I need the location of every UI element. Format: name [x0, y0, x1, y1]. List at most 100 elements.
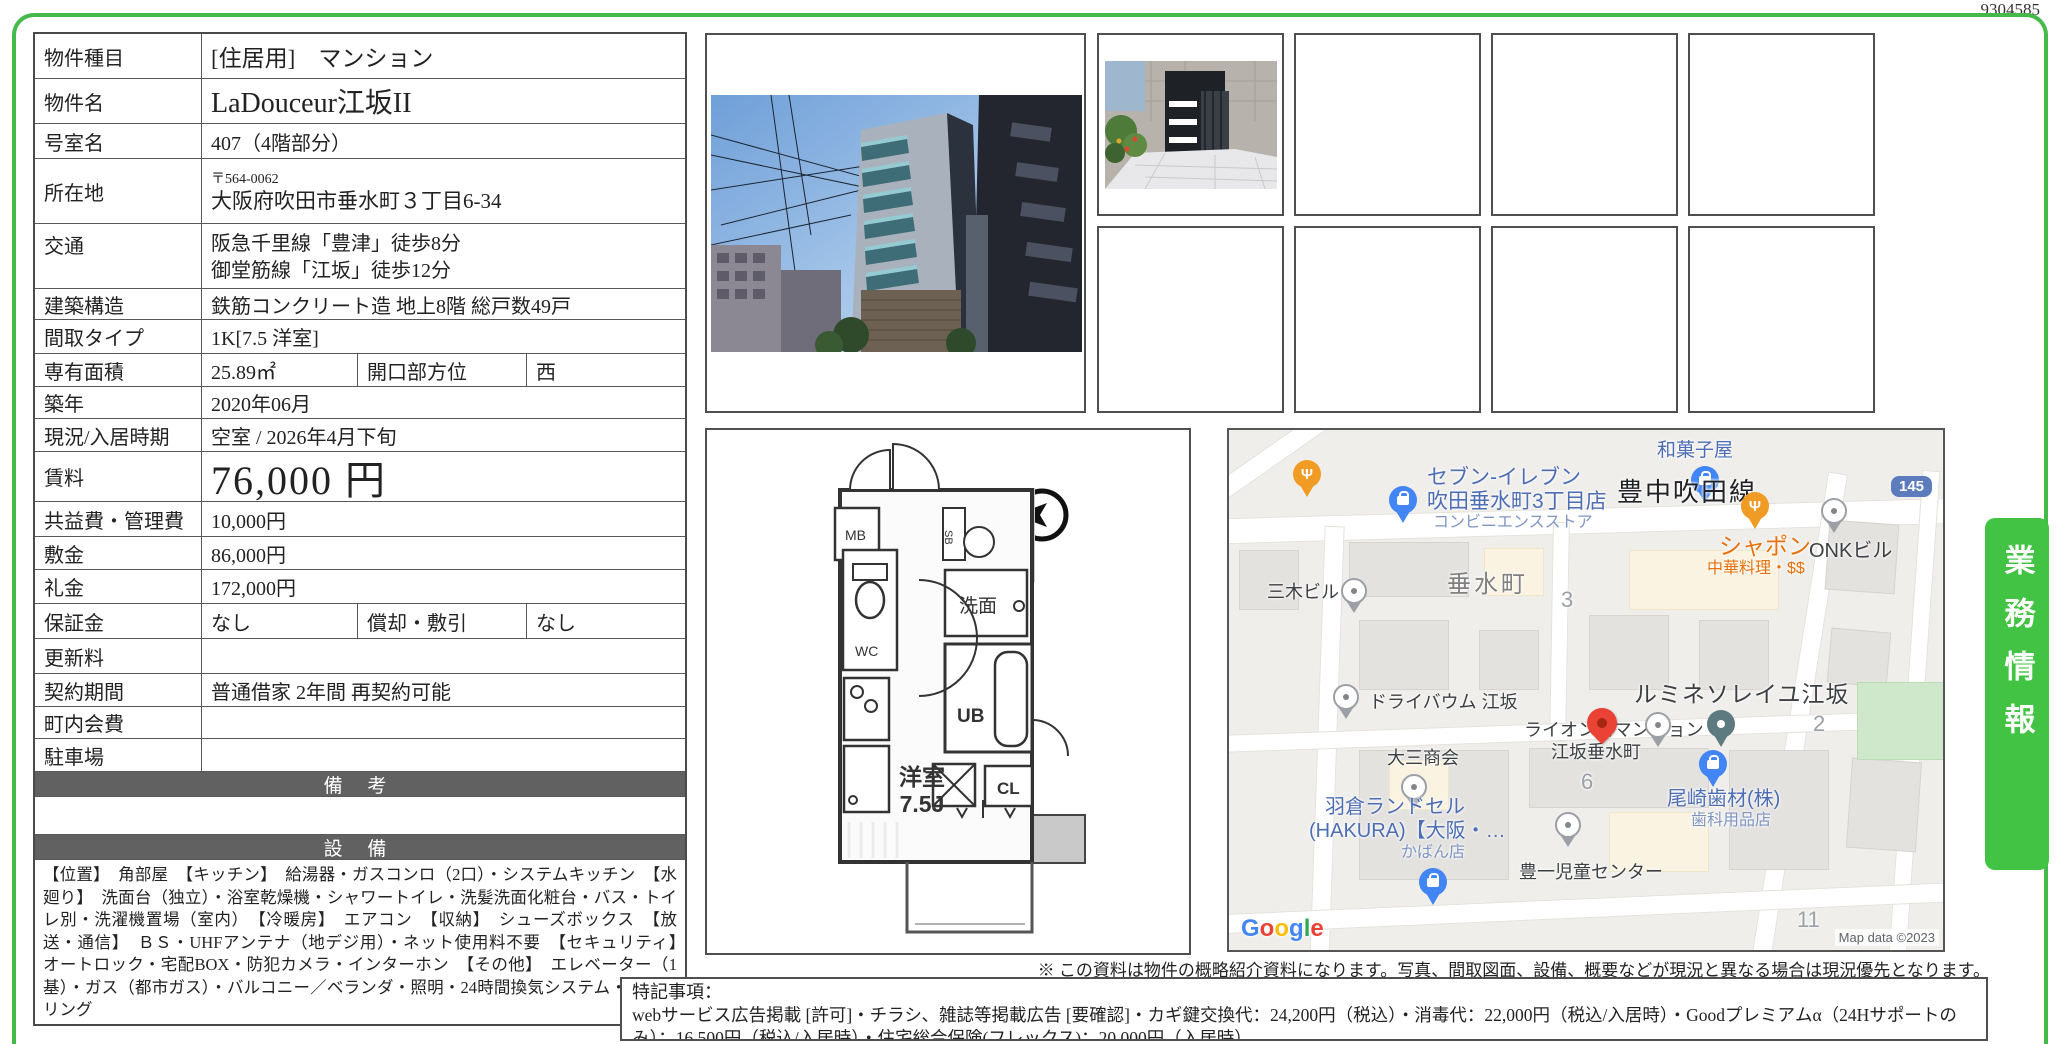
map-road	[1549, 522, 1570, 742]
banner-label: 業務情報	[1995, 518, 2040, 870]
row-label: 駐車場	[35, 739, 202, 771]
entrance-image	[1105, 61, 1277, 189]
table-row: 建築構造 鉄筋コンクリート造 地上8階 総戸数49戸	[35, 289, 685, 320]
map-label-ozaki-sub: 歯科用品店	[1691, 812, 1771, 830]
place-pin-icon	[1333, 684, 1359, 719]
map-label-hakura-sub: かばん店	[1401, 844, 1465, 862]
map-block-number: 2	[1813, 712, 1825, 737]
remarks-header: 備 考	[35, 772, 685, 797]
map-building	[1359, 620, 1449, 690]
map-label-onk: ONKビル	[1809, 540, 1892, 562]
special-notes-title: 特記事項：	[632, 981, 1976, 1004]
row-value: [住居用] マンション	[202, 34, 685, 78]
map-building	[1827, 627, 1892, 687]
table-row: 物件名 LaDouceur江坂II	[35, 79, 685, 124]
row-value: 1K[7.5 洋室]	[202, 320, 685, 353]
table-row: 駐車場	[35, 739, 685, 772]
sub-value: なし	[527, 604, 685, 638]
table-row: 号室名 407（4階部分）	[35, 124, 685, 159]
photo-placeholder-5	[1294, 226, 1481, 413]
map-label-wagashi: 和菓子屋	[1657, 440, 1733, 461]
map-label-chapon-sub: 中華料理・$$	[1707, 560, 1805, 578]
remarks-empty-row	[35, 797, 685, 835]
row-label: 保証金	[35, 604, 202, 638]
row-label: 間取タイプ	[35, 320, 202, 353]
entrance-photo	[1097, 33, 1284, 216]
row-label: 専有面積	[35, 354, 202, 386]
map-building	[1699, 620, 1769, 690]
row-value: 2020年06月	[202, 387, 685, 418]
row-label: 建築構造	[35, 289, 202, 319]
table-row-guarantee: 保証金 なし 償却・敷引 なし	[35, 604, 685, 639]
place-pin-icon	[1555, 812, 1581, 847]
map-label-ozaki: 尾崎歯材(株)	[1667, 788, 1780, 810]
floor-plan-drawing: N MB SB 洗面	[707, 430, 1188, 952]
table-row-access: 交通 阪急千里線「豊津」徒歩8分 御堂筋線「江坂」徒歩12分	[35, 224, 685, 289]
row-label: 築年	[35, 387, 202, 418]
restaurant-pin-icon: Ψ	[1741, 492, 1769, 529]
equipment-text: 【位置】 角部屋 【キッチン】 給湯器・ガスコンロ（2口）・システムキッチン 【…	[35, 860, 685, 1024]
place-pin-icon	[1645, 712, 1671, 747]
special-notes-box: 特記事項： webサービス広告掲載 [許可]・チラシ、雑誌等掲載広告 [要確認]…	[620, 977, 1988, 1041]
table-row: 契約期間 普通借家 2年間 再契約可能	[35, 674, 685, 707]
map-road	[1227, 882, 1945, 934]
equipment-row: 【位置】 角部屋 【キッチン】 給湯器・ガスコンロ（2口）・システムキッチン 【…	[35, 860, 685, 1024]
map-label-hakura-2: (HAKURA)【大阪・…	[1309, 820, 1506, 842]
sub-label: 償却・敷引	[357, 604, 527, 638]
row-value: LaDouceur江坂II	[202, 79, 685, 123]
equipment-header: 設 備	[35, 835, 685, 860]
row-label: 町内会費	[35, 707, 202, 738]
map-label-daisan: 大三商会	[1387, 748, 1459, 768]
table-row: 間取タイプ 1K[7.5 洋室]	[35, 320, 685, 354]
row-label: 更新料	[35, 639, 202, 673]
svg-text:MB: MB	[845, 527, 866, 543]
map-label-chapon: シャポン	[1719, 534, 1811, 560]
row-value: 25.89㎡	[202, 354, 357, 386]
access-line-1: 阪急千里線「豊津」徒歩8分	[211, 231, 461, 258]
map-label-seven-1: セブン-イレブン	[1427, 466, 1581, 490]
access-line-2: 御堂筋線「江坂」徒歩12分	[211, 258, 461, 285]
row-value: 空室 / 2026年4月下旬	[202, 419, 685, 451]
map-label-miki: 三木ビル	[1267, 582, 1339, 602]
row-value: 407（4階部分）	[202, 124, 685, 158]
remarks-value	[35, 797, 685, 834]
row-value: 86,000円	[202, 537, 685, 569]
svg-text:UB: UB	[957, 706, 984, 727]
row-value	[202, 707, 685, 738]
svg-text:WC: WC	[855, 643, 878, 659]
svg-text:洋室: 洋室	[899, 764, 945, 790]
map-park	[1857, 682, 1945, 760]
address-text: 大阪府吹田市垂水町３丁目6-34	[211, 188, 502, 214]
sub-label: 開口部方位	[357, 354, 527, 386]
map-road-label: 豊中吹田線	[1617, 478, 1757, 507]
row-label: 現況/入居時期	[35, 419, 202, 451]
table-row-area: 専有面積 25.89㎡ 開口部方位 西	[35, 354, 685, 387]
photo-placeholder-6	[1491, 226, 1678, 413]
row-value: なし	[202, 604, 357, 638]
property-table: 物件種目 [住居用] マンション 物件名 LaDouceur江坂II 号室名 4…	[33, 32, 687, 1026]
map-building	[1589, 615, 1669, 690]
row-label: 所在地	[35, 159, 202, 223]
building-exterior-photo	[705, 33, 1086, 413]
table-row-address: 所在地 〒564-0062 大阪府吹田市垂水町３丁目6-34	[35, 159, 685, 224]
table-row: 共益費・管理費 10,000円	[35, 502, 685, 537]
map-block-number: 11	[1797, 908, 1820, 933]
photo-placeholder-7	[1688, 226, 1875, 413]
row-label: 号室名	[35, 124, 202, 158]
map-building	[1846, 758, 1922, 853]
row-value: 普通借家 2年間 再契約可能	[202, 674, 685, 706]
table-row: 物件種目 [住居用] マンション	[35, 34, 685, 79]
sub-value: 西	[527, 354, 685, 386]
row-label: 賃料	[35, 452, 202, 501]
row-label: 交通	[35, 224, 202, 288]
rent-value: 76,000 円	[202, 452, 685, 501]
table-row: 町内会費	[35, 707, 685, 739]
row-label: 物件種目	[35, 34, 202, 78]
photo-placeholder-3	[1688, 33, 1875, 216]
google-logo: Google	[1241, 916, 1324, 943]
photo-placeholder-1	[1294, 33, 1481, 216]
svg-text:CL: CL	[997, 779, 1020, 798]
special-notes-body: webサービス広告掲載 [許可]・チラシ、雑誌等掲載広告 [要確認]・カギ鍵交換…	[632, 1004, 1976, 1041]
route-shield: 145	[1891, 476, 1932, 497]
row-label: 物件名	[35, 79, 202, 123]
